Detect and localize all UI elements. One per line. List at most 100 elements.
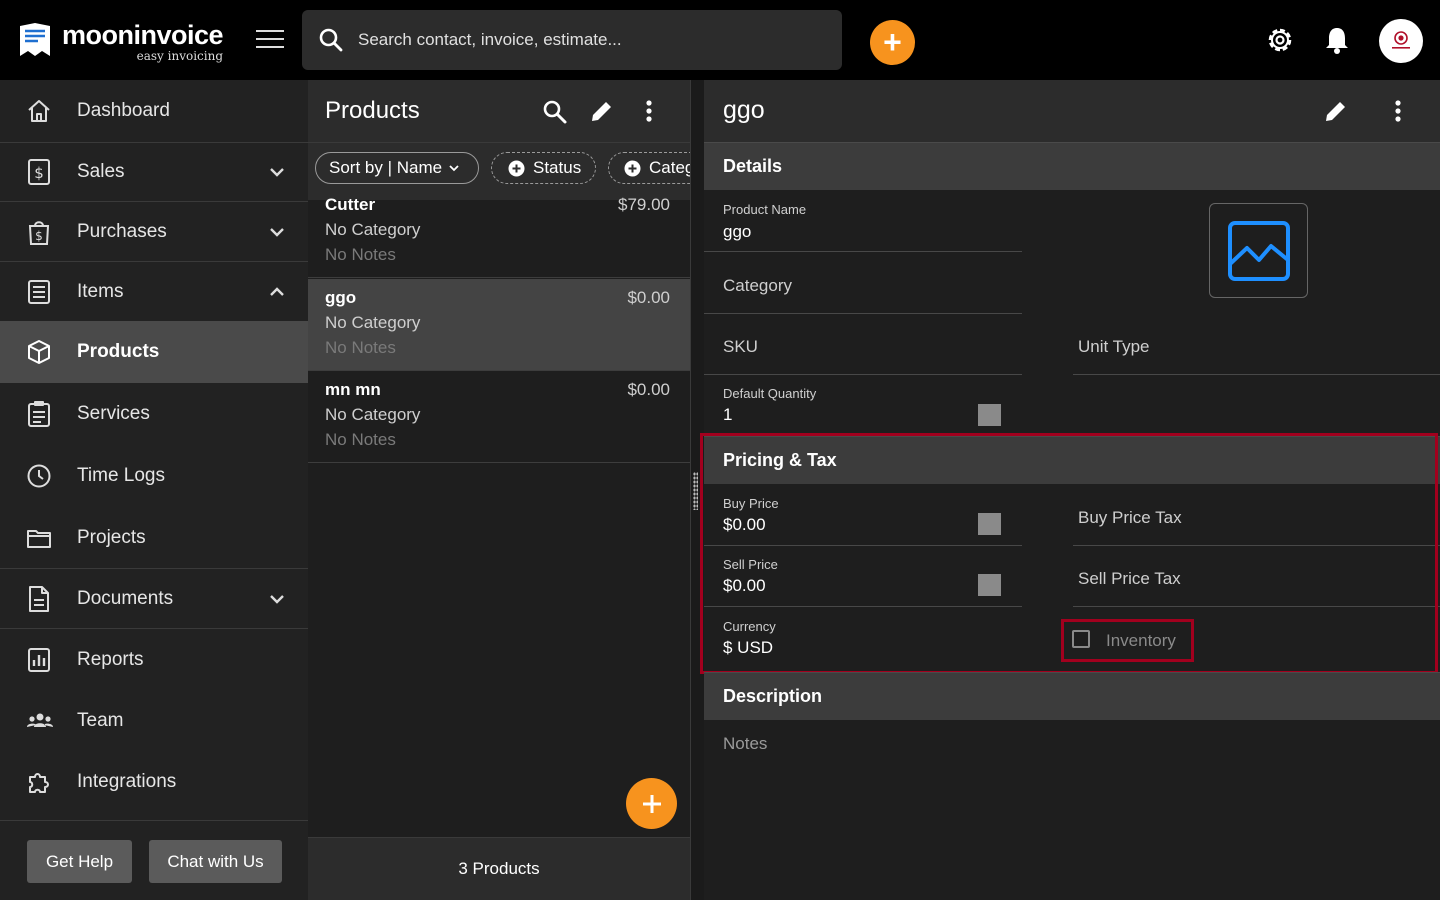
sell-price-tax-placeholder: Sell Price Tax [1078,569,1181,588]
sidebar-item-label: Time Logs [77,465,165,486]
global-search[interactable] [302,10,842,70]
list-icon [28,279,50,304]
buy-price-tax-field[interactable]: Buy Price Tax [1073,485,1440,546]
more-options-icon[interactable] [1390,99,1406,125]
product-image-placeholder[interactable] [1209,203,1308,298]
product-notes: No Notes [325,338,396,357]
product-row-selected[interactable]: ggo $0.00 No Category No Notes [308,279,690,371]
menu-toggle-icon[interactable] [256,30,284,50]
sidebar-item-purchases[interactable]: $ Purchases [0,202,308,261]
chevron-down-icon [270,227,284,237]
sort-by-label: Sort by | Name [329,158,443,177]
buy-price-value: $0.00 [723,515,766,534]
product-price: $79.00 [618,195,670,214]
default-quantity-value: 1 [723,405,733,424]
company-logo-icon [1392,31,1410,49]
add-product-button[interactable] [626,778,677,829]
clock-icon [27,464,51,488]
product-row[interactable]: mn mn $0.00 No Category No Notes [308,371,690,463]
sidebar-item-items[interactable]: Items [0,262,308,321]
buy-price-label: Buy Price [723,496,779,511]
product-name-field[interactable]: Product Name ggo [704,191,1022,252]
sell-price-stepper-handle[interactable] [978,574,1001,596]
sort-by-chip[interactable]: Sort by | Name [315,152,479,184]
plus-icon [642,794,661,813]
search-icon[interactable] [542,99,568,125]
description-section-header: Description [704,672,1440,720]
pricing-section-header: Pricing & Tax [704,436,1440,484]
search-input[interactable] [358,30,818,50]
product-price: $0.00 [627,288,670,307]
box-icon [28,340,50,364]
notifications-bell-icon[interactable] [1323,25,1351,55]
unit-type-placeholder: Unit Type [1078,337,1150,356]
document-icon [29,585,49,612]
get-help-button[interactable]: Get Help [27,840,132,883]
notes-field[interactable]: Notes [723,734,767,754]
settings-gear-icon[interactable] [1264,24,1296,56]
sidebar-item-time-logs[interactable]: Time Logs [0,445,308,507]
product-category: No Category [325,220,421,239]
product-notes: No Notes [325,245,396,264]
quantity-stepper-handle[interactable] [978,404,1001,426]
sidebar-item-products[interactable]: Products [0,321,308,383]
sidebar-item-sales[interactable]: $ Sales [0,143,308,201]
default-quantity-label: Default Quantity [723,386,817,401]
sidebar-item-label: Dashboard [77,100,170,121]
sidebar-item-label: Items [77,280,124,302]
sell-price-tax-field[interactable]: Sell Price Tax [1073,546,1440,607]
sidebar: Dashboard $ Sales $ Purchases Items Prod… [0,80,308,900]
sidebar-item-documents[interactable]: Documents [0,569,308,628]
sidebar-item-integrations[interactable]: Integrations [0,751,308,813]
product-name: Cutter [325,195,376,214]
detail-header: ggo [704,80,1440,142]
sidebar-item-team[interactable]: Team [0,691,308,751]
status-filter-chip[interactable]: Status [491,152,596,184]
sidebar-item-reports[interactable]: Reports [0,629,308,691]
sidebar-item-label: Services [77,403,150,424]
sidebar-item-label: Reports [77,649,144,670]
product-row[interactable]: Cutter $79.00 No Category No Notes [308,186,690,278]
sidebar-item-label: Purchases [77,220,167,242]
chevron-down-icon [270,594,284,604]
sidebar-item-label: Documents [77,587,174,609]
buy-price-field[interactable]: Buy Price $0.00 [704,485,1022,546]
edit-pencil-icon[interactable] [589,98,615,124]
products-list-header: Products [308,80,690,142]
sidebar-item-projects[interactable]: Projects [0,507,308,568]
default-quantity-field[interactable]: Default Quantity 1 [704,376,1022,436]
product-count: 3 Products [308,837,690,900]
unit-type-field[interactable]: Unit Type [1073,314,1440,375]
inventory-checkbox[interactable] [1072,630,1090,648]
currency-field[interactable]: Currency $ USD [704,608,1022,668]
detail-title: ggo [723,96,765,124]
edit-pencil-icon[interactable] [1323,98,1349,124]
category-field[interactable]: Category [704,253,1022,314]
user-avatar[interactable] [1379,19,1423,63]
sku-field[interactable]: SKU [704,314,1022,375]
sidebar-item-label: Sales [77,161,125,182]
buy-price-stepper-handle[interactable] [978,513,1001,535]
sidebar-item-dashboard[interactable]: Dashboard [0,80,308,142]
chat-with-us-button[interactable]: Chat with Us [149,840,282,883]
logo-mark-icon [20,23,50,56]
brand-logo[interactable]: mooninvoice easy invoicing [18,22,224,63]
resize-handle[interactable] [693,472,698,510]
currency-value: $ USD [723,638,774,657]
sell-price-field[interactable]: Sell Price $0.00 [704,546,1022,607]
quick-add-button[interactable]: + [870,20,915,65]
more-options-icon[interactable] [641,99,657,125]
buy-price-tax-placeholder: Buy Price Tax [1078,508,1182,527]
sidebar-item-services[interactable]: Services [0,383,308,445]
product-price: $0.00 [627,380,670,399]
sell-price-value: $0.00 [723,576,766,595]
page-title: Products [325,97,420,124]
product-category: No Category [325,405,421,424]
category-filter-chip[interactable]: Category [608,152,690,184]
brand-tagline: easy invoicing [136,49,224,63]
product-name: mn mn [325,380,381,399]
add-circle-icon [624,160,641,176]
product-name-label: Product Name [723,202,807,217]
image-icon [1227,220,1290,281]
sidebar-item-label: Projects [77,526,146,548]
